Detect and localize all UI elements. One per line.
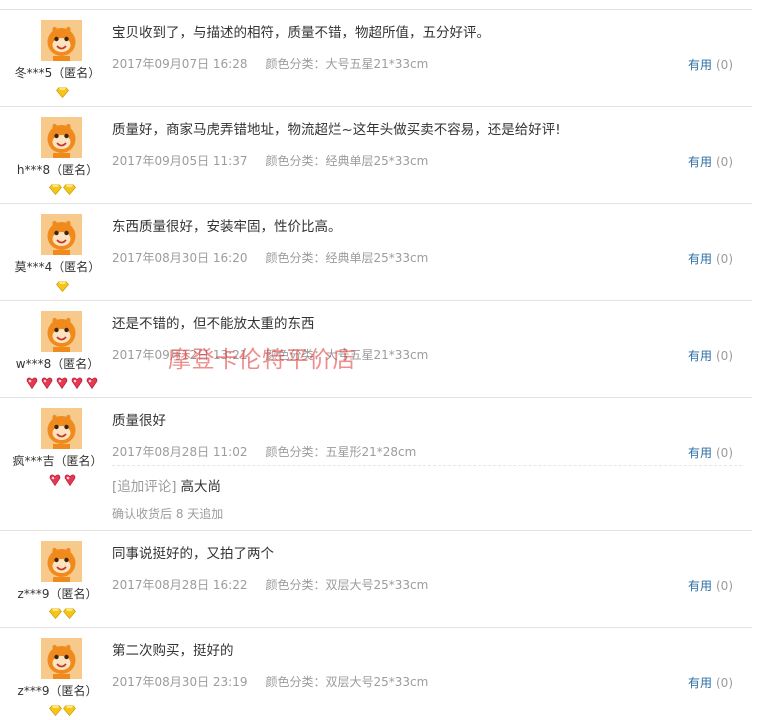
reviewer-name: 疯***吉（匿名） bbox=[12, 454, 103, 468]
diamond-icon bbox=[55, 374, 69, 393]
review-date: 2017年09月12日 13:21 bbox=[112, 348, 248, 362]
sku-info: 颜色分类：五星形21*28cm bbox=[265, 445, 417, 459]
useful-count: (0) bbox=[716, 676, 733, 690]
review-date: 2017年09月07日 16:28 bbox=[112, 57, 248, 71]
useful-button[interactable]: 有用 (0) bbox=[688, 250, 733, 267]
appended-review: [追加评论] 高大尚 bbox=[112, 475, 221, 495]
credit-badge bbox=[0, 180, 124, 195]
avatar bbox=[41, 117, 82, 158]
useful-count: (0) bbox=[716, 446, 733, 460]
review-text: 东西质量很好，安装牢固，性价比高。 bbox=[112, 219, 342, 235]
review-date: 2017年08月30日 16:20 bbox=[112, 251, 248, 265]
append-tag: [追加评论] bbox=[112, 479, 177, 495]
append-text: 高大尚 bbox=[180, 479, 222, 495]
review-item: w***8（匿名） 还是不错的，但不能放太重的东西 2017年09月12日 13… bbox=[0, 300, 752, 397]
append-note: 确认收货后 8 天追加 bbox=[112, 507, 224, 521]
diamond-icon bbox=[63, 471, 77, 490]
useful-button[interactable]: 有用 (0) bbox=[688, 347, 733, 364]
review-date: 2017年09月05日 11:37 bbox=[112, 154, 248, 168]
useful-label: 有用 bbox=[687, 579, 712, 593]
reviewer-name: h***8（匿名） bbox=[16, 163, 99, 177]
avatar bbox=[41, 408, 82, 449]
useful-count: (0) bbox=[716, 579, 733, 593]
crown-gem-icon bbox=[48, 604, 62, 623]
useful-button[interactable]: 有用 (0) bbox=[688, 153, 733, 170]
review-item: 莫***4（匿名） 东西质量很好，安装牢固，性价比高。 2017年08月30日 … bbox=[0, 203, 752, 300]
useful-button[interactable]: 有用 (0) bbox=[688, 674, 733, 691]
reviewer-name: 冬***5（匿名） bbox=[14, 66, 101, 80]
useful-count: (0) bbox=[716, 349, 733, 363]
review-text: 宝贝收到了，与描述的相符，质量不错，物超所值，五分好评。 bbox=[112, 25, 490, 41]
divider bbox=[112, 465, 742, 466]
useful-button[interactable]: 有用 (0) bbox=[688, 56, 733, 73]
review-meta: 2017年09月05日 11:37 颜色分类：经典单层25*33cm bbox=[112, 152, 428, 169]
review-text: 还是不错的，但不能放太重的东西 bbox=[112, 316, 315, 332]
useful-button[interactable]: 有用 (0) bbox=[688, 577, 733, 594]
avatar bbox=[41, 311, 82, 352]
review-meta: 2017年08月28日 16:22 颜色分类：双层大号25*33cm bbox=[112, 576, 428, 593]
crown-gem-icon bbox=[62, 180, 76, 199]
review-meta: 2017年08月30日 16:20 颜色分类：经典单层25*33cm bbox=[112, 249, 428, 266]
diamond-icon bbox=[48, 471, 62, 490]
review-meta: 2017年09月07日 16:28 颜色分类：大号五星21*33cm bbox=[112, 55, 428, 72]
review-text: 质量很好 bbox=[112, 413, 166, 429]
useful-count: (0) bbox=[716, 58, 733, 72]
review-item: 冬***5（匿名） 宝贝收到了，与描述的相符，质量不错，物超所值，五分好评。 2… bbox=[0, 9, 752, 106]
sku-info: 颜色分类：大号五星21*33cm bbox=[265, 348, 429, 362]
reviewer-name: w***8（匿名） bbox=[15, 357, 100, 371]
review-item: z***9（匿名） 同事说挺好的，又拍了两个 2017年08月28日 16:22… bbox=[0, 530, 752, 627]
reviewer-name: z***9（匿名） bbox=[17, 587, 98, 601]
sku-info: 颜色分类：经典单层25*33cm bbox=[265, 154, 429, 168]
review-text: 质量好，商家马虎弄错地址，物流超烂~这年头做买卖不容易，还是给好评! bbox=[112, 122, 561, 138]
sku-info: 颜色分类：大号五星21*33cm bbox=[265, 57, 429, 71]
reviewer-name: 莫***4（匿名） bbox=[14, 260, 101, 274]
avatar bbox=[41, 20, 82, 61]
credit-badge bbox=[0, 83, 124, 98]
credit-badge bbox=[0, 277, 124, 292]
useful-label: 有用 bbox=[687, 349, 712, 363]
crown-gem-icon bbox=[48, 180, 62, 199]
review-list: 冬***5（匿名） 宝贝收到了，与描述的相符，质量不错，物超所值，五分好评。 2… bbox=[0, 0, 752, 716]
credit-badge bbox=[0, 374, 124, 390]
sku-info: 颜色分类：经典单层25*33cm bbox=[265, 251, 429, 265]
diamond-icon bbox=[40, 374, 54, 393]
useful-button[interactable]: 有用 (0) bbox=[688, 444, 733, 461]
review-item: h***8（匿名） 质量好，商家马虎弄错地址，物流超烂~这年头做买卖不容易，还是… bbox=[0, 106, 752, 203]
useful-label: 有用 bbox=[687, 446, 712, 460]
review-text: 第二次购买，挺好的 bbox=[112, 643, 234, 659]
review-meta: 2017年08月28日 11:02 颜色分类：五星形21*28cm bbox=[112, 443, 416, 460]
useful-label: 有用 bbox=[687, 252, 712, 266]
sku-info: 颜色分类：双层大号25*33cm bbox=[265, 578, 429, 592]
review-item: 疯***吉（匿名） 质量很好 2017年08月28日 11:02 颜色分类：五星形… bbox=[0, 397, 752, 530]
reviewer-name: z***9（匿名） bbox=[17, 684, 98, 698]
credit-badge bbox=[0, 701, 124, 716]
review-meta: 2017年09月12日 13:21 颜色分类：大号五星21*33cm bbox=[112, 346, 428, 363]
credit-badge bbox=[0, 471, 124, 487]
review-meta: 2017年08月30日 23:19 颜色分类：双层大号25*33cm bbox=[112, 673, 428, 690]
useful-count: (0) bbox=[716, 252, 733, 266]
diamond-icon bbox=[70, 374, 84, 393]
review-item: z***9（匿名） 第二次购买，挺好的 2017年08月30日 23:19 颜色分… bbox=[0, 627, 752, 716]
diamond-icon bbox=[85, 374, 99, 393]
review-text: 同事说挺好的，又拍了两个 bbox=[112, 546, 274, 562]
avatar bbox=[41, 214, 82, 255]
useful-count: (0) bbox=[716, 155, 733, 169]
sku-info: 颜色分类：双层大号25*33cm bbox=[265, 675, 429, 689]
review-date: 2017年08月28日 11:02 bbox=[112, 445, 248, 459]
credit-badge bbox=[0, 604, 124, 619]
review-date: 2017年08月28日 16:22 bbox=[112, 578, 248, 592]
diamond-icon bbox=[25, 374, 39, 393]
crown-gem-icon bbox=[55, 277, 69, 296]
useful-label: 有用 bbox=[687, 58, 712, 72]
avatar bbox=[41, 638, 82, 679]
avatar bbox=[41, 541, 82, 582]
crown-gem-icon bbox=[55, 83, 69, 102]
useful-label: 有用 bbox=[687, 155, 712, 169]
crown-gem-icon bbox=[62, 604, 76, 623]
useful-label: 有用 bbox=[687, 676, 712, 690]
review-date: 2017年08月30日 23:19 bbox=[112, 675, 248, 689]
